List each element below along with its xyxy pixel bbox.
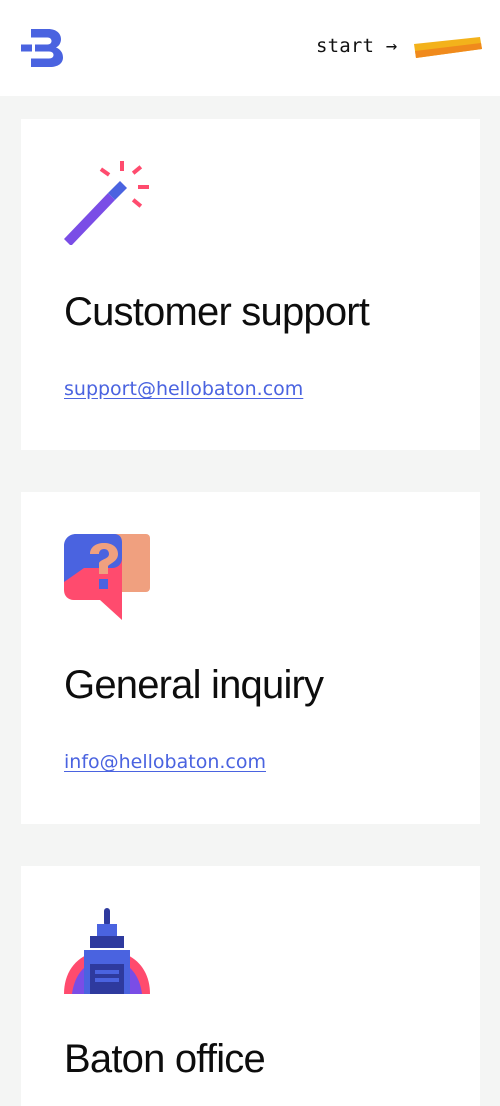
site-header: start → (0, 0, 500, 96)
general-inquiry-card: General inquiry info@hellobaton.com (21, 492, 480, 824)
magic-wand-icon (64, 161, 149, 245)
question-chat-icon (64, 534, 150, 620)
general-inquiry-title: General inquiry (64, 663, 324, 707)
baton-office-title: Baton office (64, 1037, 266, 1081)
customer-support-title: Customer support (64, 290, 370, 334)
customer-support-card: Customer support support@hellobaton.com (21, 119, 480, 450)
office-building-icon (64, 908, 150, 994)
baton-office-card: Baton office (21, 866, 480, 1106)
info-email-link[interactable]: info@hellobaton.com (64, 751, 266, 773)
support-email-link[interactable]: support@hellobaton.com (64, 378, 303, 400)
baton-logo-icon[interactable] (21, 26, 65, 70)
start-link[interactable]: start → (316, 35, 397, 57)
highlight-swatch-icon (414, 37, 482, 58)
